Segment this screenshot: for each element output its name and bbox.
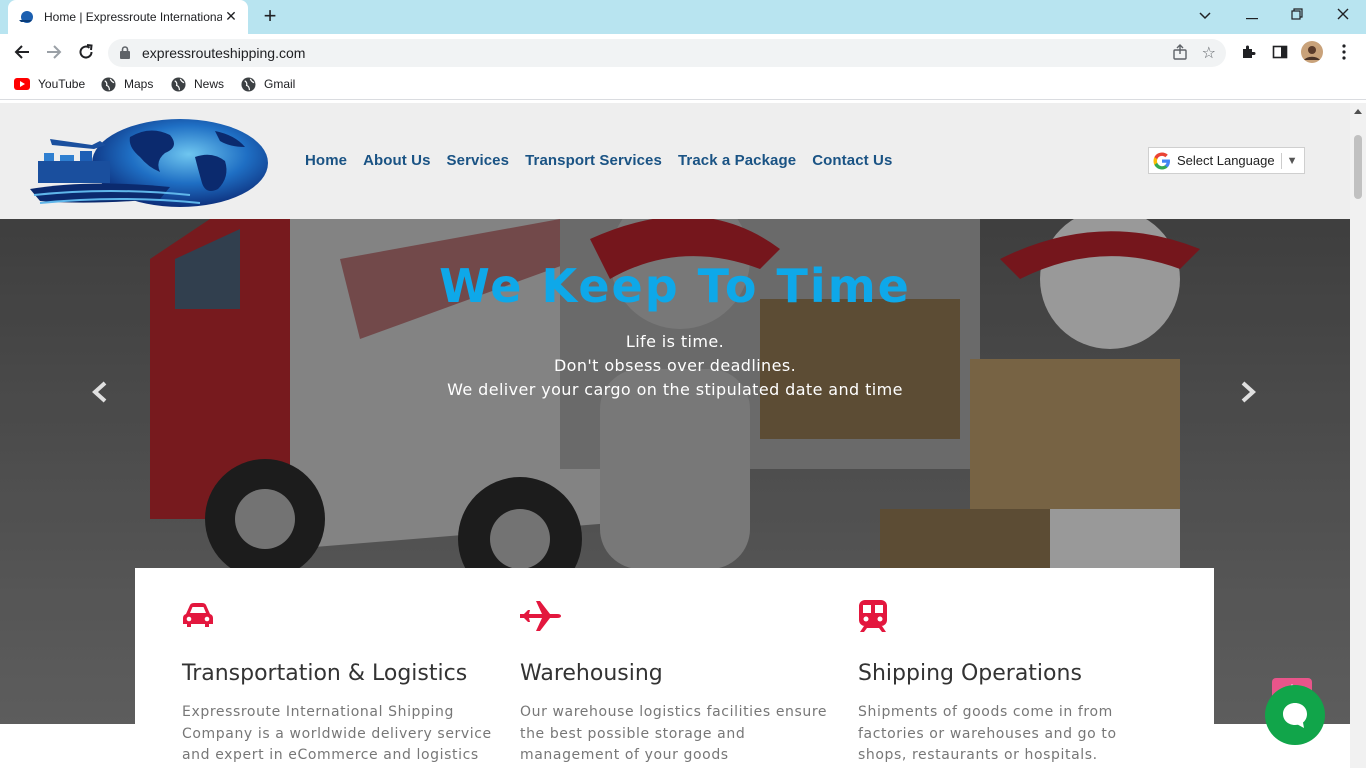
airplane-icon [520,600,562,632]
tab-title: Home | Expressroute International [44,10,222,24]
service-title: Transportation & Logistics [182,661,468,686]
bookmark-label: Maps [124,77,154,91]
url-text[interactable]: expressrouteshipping.com [142,45,305,61]
tab-search-chevron-icon[interactable] [1191,4,1219,26]
lock-icon[interactable] [120,46,130,64]
language-select[interactable]: Select Language ▼ [1148,147,1305,174]
service-title: Shipping Operations [858,661,1082,686]
extensions-puzzle-icon[interactable] [1237,41,1259,63]
reading-list-icon[interactable] [1269,41,1291,63]
language-select-label: Select Language [1177,153,1275,168]
bookmark-news[interactable]: News [170,76,224,92]
main-navigation: Home About Us Services Transport Service… [305,152,892,169]
nav-contact-us[interactable]: Contact Us [812,152,892,169]
nav-track-a-package[interactable]: Track a Package [678,152,796,169]
share-icon[interactable] [1172,44,1188,65]
browser-toolbar: expressrouteshipping.com ☆ [0,34,1366,70]
site-header: Home About Us Services Transport Service… [0,103,1350,219]
service-title: Warehousing [520,661,663,686]
address-bar[interactable]: expressrouteshipping.com ☆ [108,39,1226,67]
chat-bubble-icon [1283,703,1307,728]
bookmark-star-icon[interactable]: ☆ [1202,43,1216,63]
tab-close-icon[interactable]: ✕ [224,9,238,23]
page-viewport: Home About Us Services Transport Service… [0,103,1350,768]
site-favicon-icon [18,9,34,25]
globe-icon [170,76,186,92]
youtube-icon [14,76,30,92]
nav-about-us[interactable]: About Us [363,152,430,169]
browser-tab-strip: Home | Expressroute International ✕ + [0,0,1366,34]
new-tab-button[interactable]: + [258,5,282,29]
site-logo[interactable] [30,117,270,209]
bookmark-gmail[interactable]: Gmail [240,76,295,92]
hero-line-2: Don't obsess over deadlines. [553,356,797,375]
hero-line-3: We deliver your cargo on the stipulated … [447,380,903,399]
service-description: Expressroute International Shipping Comp… [182,704,492,763]
services-panel: Transportation & Logistics Expressroute … [135,568,1214,768]
service-description: Shipments of goods come in from factorie… [858,704,1117,763]
profile-avatar[interactable] [1301,41,1323,63]
bookmark-label: News [194,77,225,91]
page-scrollbar[interactable] [1350,103,1366,768]
divider [1280,152,1282,169]
bookmarks-bar: YouTube Maps News Gmail [0,70,1366,100]
nav-transport-services[interactable]: Transport Services [525,152,662,169]
browser-menu-icon[interactable] [1333,41,1355,63]
nav-services[interactable]: Services [447,152,510,169]
dropdown-arrow-icon: ▼ [1286,154,1298,167]
nav-home[interactable]: Home [305,152,347,169]
google-g-icon [1153,152,1170,169]
service-description: Our warehouse logistics facilities ensur… [520,704,828,763]
bookmark-maps[interactable]: Maps [100,76,153,92]
car-icon [182,600,214,632]
hero-line-1: Life is time. [625,332,725,351]
back-button[interactable] [10,40,34,64]
forward-button[interactable] [42,40,66,64]
slider-next-icon[interactable] [1240,379,1256,410]
bookmark-label: Gmail [264,77,296,91]
globe-icon [100,76,116,92]
close-window-button[interactable] [1329,4,1357,26]
train-icon [858,600,888,632]
slider-prev-icon[interactable] [92,379,108,410]
bookmark-label: YouTube [38,77,86,91]
scroll-up-arrow-icon[interactable] [1354,109,1362,114]
hero-heading: We Keep To Time [439,259,911,313]
bookmark-youtube[interactable]: YouTube [14,76,85,92]
globe-icon [240,76,256,92]
chat-widget-button[interactable] [1265,685,1325,745]
restore-button[interactable] [1283,4,1311,26]
scrollbar-thumb[interactable] [1354,135,1362,199]
browser-tab[interactable]: Home | Expressroute International ✕ [8,0,248,34]
minimize-button[interactable] [1238,4,1266,26]
reload-button[interactable] [74,40,98,64]
